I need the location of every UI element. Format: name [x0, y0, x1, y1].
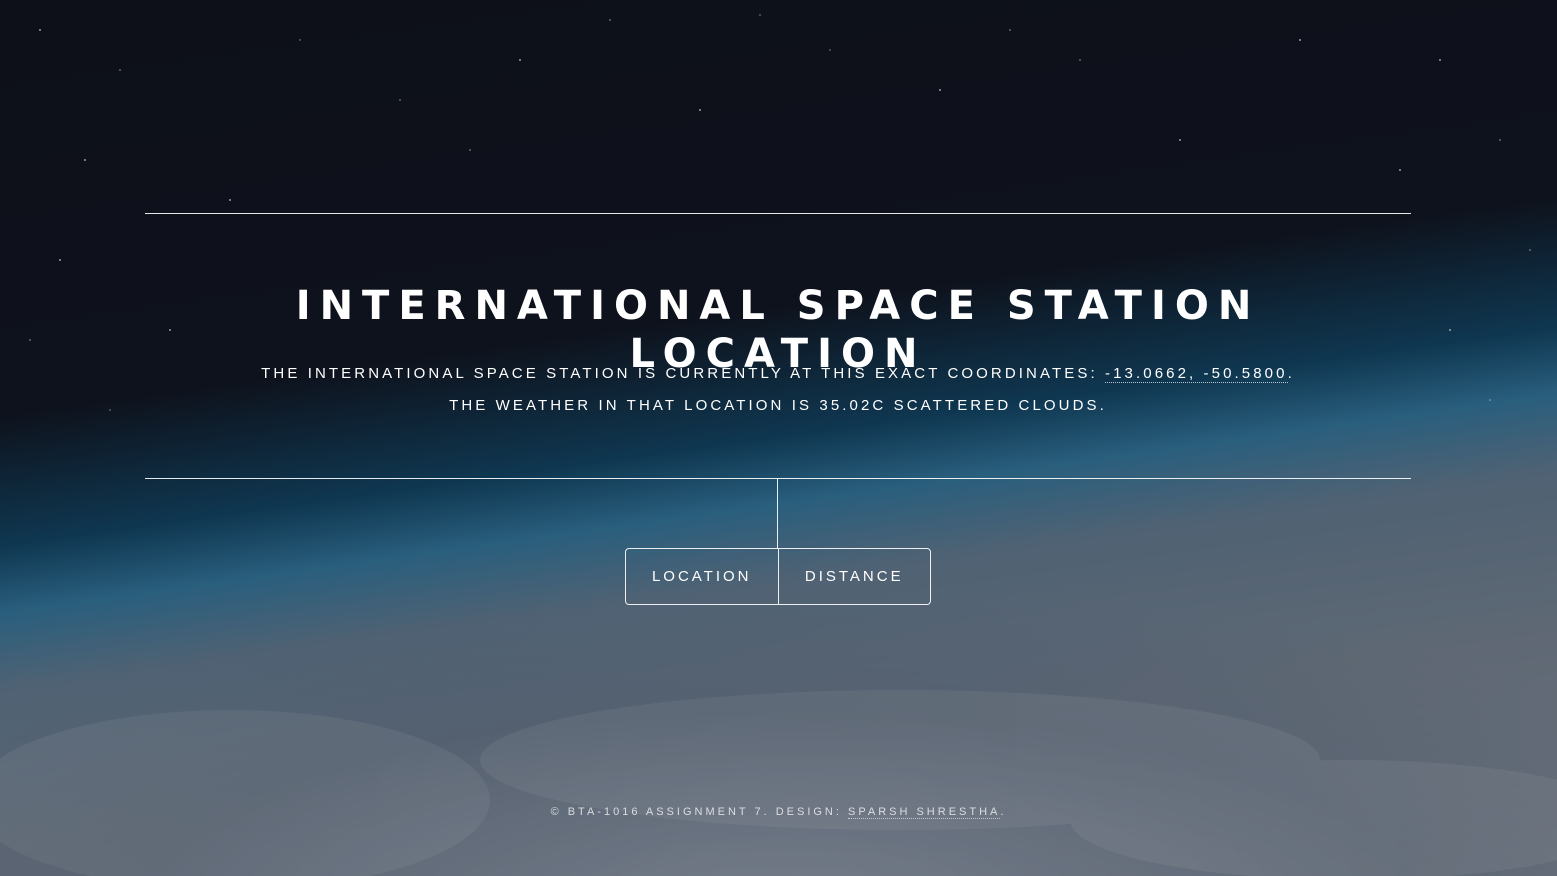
footer: © BTA-1016 Assignment 7. Design: Sparsh … [0, 806, 1557, 819]
coordinates-link[interactable]: -13.0662, -50.5800 [1105, 365, 1288, 383]
footer-suffix: . [1000, 806, 1007, 818]
header-panel: International Space Station Location The… [145, 213, 1411, 479]
coordinates-line: The International Space Station is curre… [145, 358, 1411, 390]
location-description: The International Space Station is curre… [145, 358, 1411, 422]
distance-button[interactable]: Distance [777, 549, 931, 604]
author-link[interactable]: Sparsh Shrestha [848, 806, 1001, 819]
coordinates-prefix: The International Space Station is curre… [261, 365, 1098, 382]
location-button[interactable]: Location [626, 549, 778, 604]
coordinates-suffix: . [1287, 365, 1295, 382]
weather-line: The weather in that location is 35.02C s… [449, 397, 1107, 414]
footer-copyright: © BTA-1016 Assignment 7. Design: [550, 806, 842, 818]
nav-connector-line [777, 478, 778, 548]
main-nav: Location Distance [625, 548, 931, 605]
main-content: International Space Station Location The… [0, 0, 1557, 876]
